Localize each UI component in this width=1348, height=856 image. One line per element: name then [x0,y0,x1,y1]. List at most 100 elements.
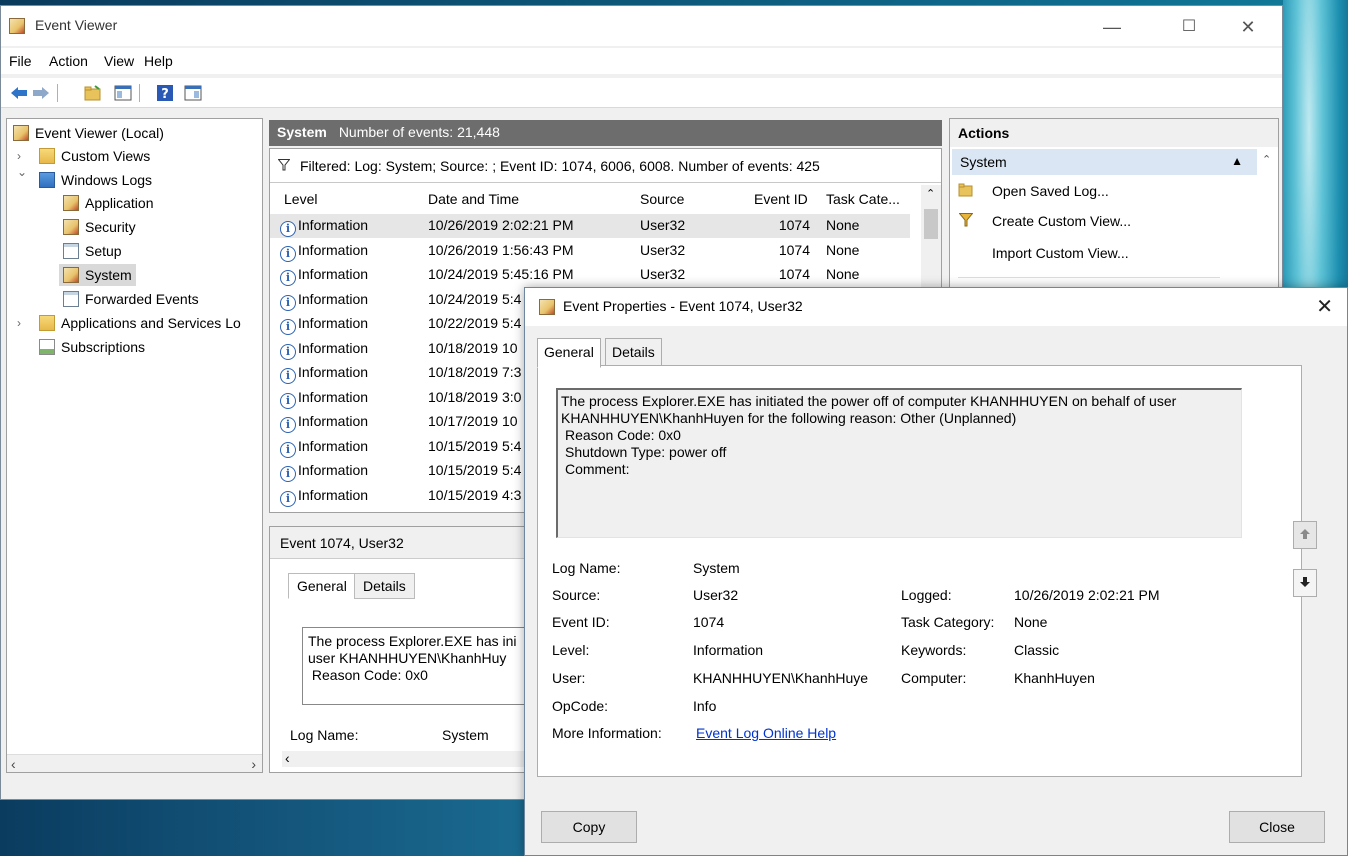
event-properties-dialog: Event Properties - Event 1074, User32 ✕ … [524,287,1348,856]
action-create-custom-view[interactable]: Create Custom View... [958,209,1131,233]
event-id-cell: 1074 [778,241,810,258]
minimize-button[interactable]: — [1089,12,1135,42]
action-pane-icon[interactable] [183,83,203,103]
console-tree-icon[interactable] [113,83,133,103]
actions-divider [958,277,1220,278]
table-row[interactable]: i Information 10/26/2019 1:56:43 PM User32 1… [270,239,910,263]
column-level[interactable]: Level [284,185,317,213]
tab-general[interactable]: General [537,338,601,368]
action-import-custom-view[interactable]: Import Custom View... [958,241,1129,265]
menu-view[interactable]: View [104,53,134,69]
task-category-cell: None [826,266,860,282]
tree-item-forwarded-events[interactable]: Forwarded Events [63,288,199,310]
scroll-up-icon[interactable]: ⌃ [1262,153,1271,166]
svg-text:?: ? [161,87,169,102]
information-icon: i [280,270,296,286]
column-date-time[interactable]: Date and Time [428,185,519,213]
next-event-button[interactable] [1293,569,1317,597]
date-cell: 10/24/2019 5:4 [428,290,522,307]
menu-file[interactable]: File [9,53,32,69]
open-folder-icon[interactable] [83,83,103,103]
table-row[interactable]: i Information 10/24/2019 5:45:16 PM User32 1… [270,263,910,287]
information-icon: i [280,441,296,458]
title-bar[interactable]: Event Viewer — ☐ ✕ [1,6,1282,46]
scroll-right-icon[interactable]: › [251,756,256,772]
computer-value: KhanhHuyen [1014,670,1095,686]
menu-action[interactable]: Action [49,53,88,69]
opcode-value: Info [693,698,717,714]
task-category-cell: None [826,217,860,233]
tree-item-event-viewer-local[interactable]: Event Viewer (Local) [13,122,164,144]
actions-section-system[interactable]: System ▲ [952,149,1257,175]
tab-general-preview[interactable]: General [288,573,356,599]
date-cell: 10/15/2019 5:4 [428,437,522,454]
logged-label: Logged: [901,587,952,603]
event-viewer-icon [13,125,29,141]
scroll-up-icon[interactable]: ⌃ [926,187,935,200]
event-viewer-icon [9,18,25,34]
event-viewer-icon [539,299,555,315]
tree-item-windows-logs[interactable]: ⌄ Windows Logs [17,165,152,191]
preview-horizontal-scrollbar[interactable]: ‹ [282,750,532,767]
actions-header: Actions [950,119,1278,147]
action-open-saved-log[interactable]: Open Saved Log... [958,179,1109,203]
information-icon: i [280,319,296,335]
log-icon [63,219,79,235]
keywords-value: Classic [1014,642,1060,658]
maximize-button[interactable]: ☐ [1166,12,1212,42]
scroll-left-icon[interactable]: ‹ [285,750,290,766]
tree-item-system[interactable]: System [59,264,136,286]
information-icon: i [280,490,296,507]
log-header: System Number of events: 21,448 [269,120,942,146]
table-row[interactable]: i Information 10/26/2019 2:02:21 PM User32 1… [270,214,910,238]
expand-icon[interactable]: › [17,149,29,163]
tab-details[interactable]: Details [605,338,662,366]
tree-horizontal-scrollbar[interactable]: ‹ › [7,754,262,772]
user-value: KHANHHUYEN\KhanhHuye [693,670,869,686]
column-event-id[interactable]: Event ID [754,185,808,213]
help-icon[interactable]: ? [155,83,175,103]
level-cell: i Information [280,291,368,311]
close-window-button[interactable]: ✕ [1225,12,1271,42]
date-cell: 10/17/2019 10 [428,413,518,429]
column-task-category[interactable]: Task Cate... [826,185,900,213]
tree-item-custom-views[interactable]: › Custom Views [17,145,150,167]
log-icon [63,195,79,211]
previous-event-button[interactable] [1293,521,1317,549]
event-description[interactable]: The process Explorer.EXE has initiated t… [556,388,1242,538]
forward-arrow-icon[interactable] [31,83,51,103]
tab-details-preview[interactable]: Details [354,573,415,599]
filter-text: Filtered: Log: System; Source: ; Event I… [300,158,820,174]
close-button[interactable]: Close [1229,811,1325,843]
information-icon: i [280,294,296,311]
level-cell: i Information [280,315,368,335]
toolbar: ? [1,78,1282,108]
general-panel: The process Explorer.EXE has initiated t… [537,365,1302,777]
tree-item-applications-services[interactable]: › Applications and Services Lo [17,312,241,334]
tree-item-subscriptions[interactable]: Subscriptions [39,336,145,358]
tree-item-setup[interactable]: Setup [63,240,122,262]
menu-help[interactable]: Help [144,53,173,69]
tree-item-security[interactable]: Security [63,216,136,238]
expand-icon[interactable]: › [17,316,29,330]
date-cell: 10/18/2019 7:3 [428,364,522,380]
event-log-online-help-link[interactable]: Event Log Online Help [696,725,836,741]
copy-button[interactable]: Copy [541,811,637,843]
keywords-label: Keywords: [901,642,967,658]
collapse-icon[interactable]: ⌄ [17,165,29,179]
collapse-icon[interactable]: ▲ [1231,154,1243,168]
column-source[interactable]: Source [640,185,684,213]
dialog-close-icon[interactable]: ✕ [1316,294,1333,319]
scroll-thumb[interactable] [924,209,938,239]
back-arrow-icon[interactable] [9,83,29,103]
scroll-left-icon[interactable]: ‹ [11,756,16,772]
task-category-value: None [1014,614,1048,630]
tree-item-application[interactable]: Application [63,192,154,214]
level-cell: i Information [280,217,368,237]
toolbar-separator [57,84,58,102]
date-cell: 10/26/2019 2:02:21 PM [428,217,574,233]
information-icon: i [280,417,296,433]
dialog-title-bar[interactable]: Event Properties - Event 1074, User32 ✕ [525,288,1347,326]
opcode-label: OpCode: [552,698,609,714]
source-label: Source: [552,587,601,603]
